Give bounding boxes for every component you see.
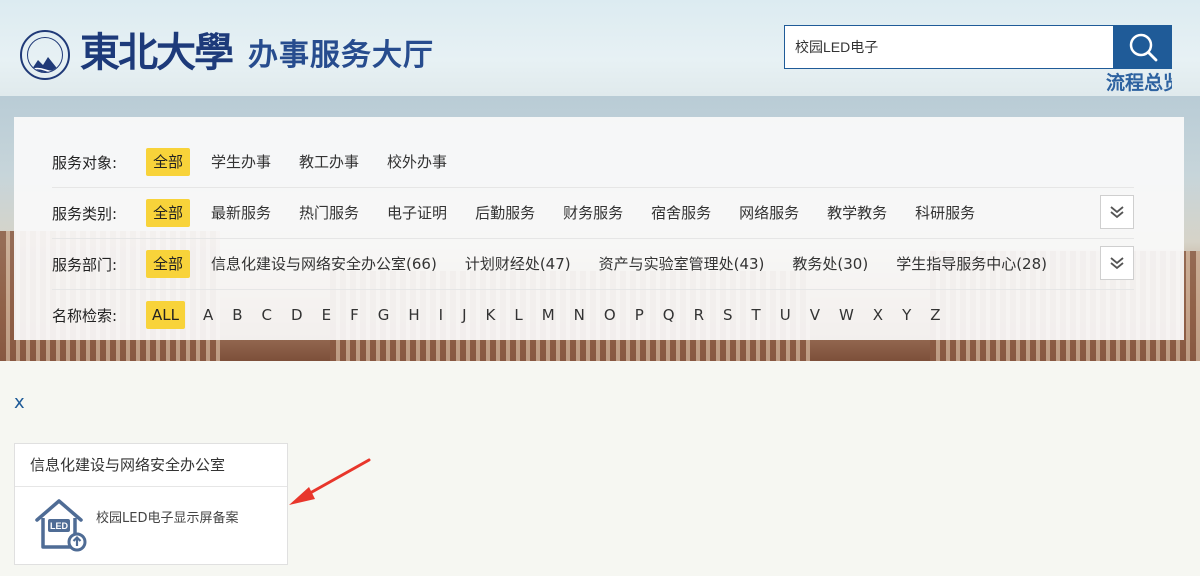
- letter-filter[interactable]: G: [372, 301, 396, 329]
- result-group-card: 信息化建设与网络安全办公室 LED 校园LED电子显示屏备案: [14, 443, 288, 565]
- letter-filter[interactable]: K: [480, 301, 502, 329]
- filter-option[interactable]: 教学教务: [820, 199, 894, 227]
- service-item[interactable]: LED 校园LED电子显示屏备案: [33, 496, 238, 554]
- flow-overview-link[interactable]: 流程总览: [1106, 70, 1172, 96]
- letter-filter[interactable]: P: [629, 301, 650, 329]
- filter-option[interactable]: 信息化建设与网络安全办公室(66): [204, 250, 444, 278]
- filter-option[interactable]: 校外办事: [380, 148, 454, 176]
- filter-option-all[interactable]: 全部: [146, 148, 191, 176]
- letter-filter[interactable]: Z: [924, 301, 946, 329]
- filter-option[interactable]: 宿舍服务: [644, 199, 718, 227]
- letter-filter[interactable]: F: [344, 301, 365, 329]
- page-title: 办事服务大厅: [248, 38, 434, 73]
- letter-filter[interactable]: C: [256, 301, 278, 329]
- letter-filter[interactable]: Q: [657, 301, 681, 329]
- letter-filter[interactable]: I: [433, 301, 449, 329]
- letter-filter[interactable]: U: [774, 301, 797, 329]
- double-chevron-down-icon: [1110, 257, 1124, 270]
- university-seal-icon[interactable]: [20, 30, 70, 80]
- letter-filter-all[interactable]: ALL: [146, 301, 185, 329]
- letter-filter[interactable]: B: [226, 301, 248, 329]
- search-input[interactable]: [784, 25, 1114, 69]
- expand-category-button[interactable]: [1100, 195, 1134, 229]
- filter-option[interactable]: 学生指导服务中心(28): [889, 250, 1054, 278]
- letter-filter[interactable]: R: [688, 301, 710, 329]
- filter-option-all[interactable]: 全部: [146, 250, 191, 278]
- filter-row-department: 服务部门: 全部 信息化建设与网络安全办公室(66) 计划财经处(47) 资产与…: [52, 239, 1134, 290]
- filter-option[interactable]: 资产与实验室管理处(43): [592, 250, 772, 278]
- filter-row-category: 服务类别: 全部 最新服务 热门服务 电子证明 后勤服务 财务服务 宿舍服务 网…: [52, 188, 1134, 239]
- filter-option[interactable]: 科研服务: [908, 199, 982, 227]
- led-house-icon: LED: [35, 499, 87, 552]
- letter-filter[interactable]: S: [717, 301, 739, 329]
- filter-option[interactable]: 热门服务: [292, 199, 366, 227]
- filter-option[interactable]: 计划财经处(47): [458, 250, 578, 278]
- filter-option[interactable]: 学生办事: [204, 148, 278, 176]
- letter-filter[interactable]: X: [867, 301, 889, 329]
- letter-filter[interactable]: N: [568, 301, 591, 329]
- filter-label: 服务类别:: [52, 204, 118, 223]
- filter-option-all[interactable]: 全部: [146, 199, 191, 227]
- letter-filter[interactable]: H: [402, 301, 425, 329]
- service-item-name: 校园LED电子显示屏备案: [96, 510, 239, 526]
- letter-filter[interactable]: Y: [896, 301, 917, 329]
- letter-filter[interactable]: W: [833, 301, 860, 329]
- double-chevron-down-icon: [1110, 206, 1124, 219]
- letter-filter[interactable]: A: [197, 301, 219, 329]
- search-icon: [1129, 33, 1157, 62]
- search-button[interactable]: [1113, 25, 1172, 69]
- expand-department-button[interactable]: [1100, 246, 1134, 280]
- filter-row-target: 服务对象: 全部 学生办事 教工办事 校外办事: [52, 137, 1134, 188]
- letter-filter[interactable]: E: [316, 301, 337, 329]
- filter-option[interactable]: 最新服务: [204, 199, 278, 227]
- filter-label: 名称检索:: [52, 306, 118, 325]
- university-logo-text[interactable]: 東北大學: [80, 28, 234, 78]
- annotation-arrow: [289, 458, 371, 505]
- letter-filter[interactable]: J: [456, 301, 472, 329]
- letter-filter[interactable]: T: [746, 301, 767, 329]
- letter-filter[interactable]: O: [598, 301, 622, 329]
- letter-filter[interactable]: M: [536, 301, 561, 329]
- filter-row-name-search: 名称检索: ALL A B C D E F G H I J K L M N O …: [52, 290, 1134, 340]
- filter-option[interactable]: 电子证明: [380, 199, 454, 227]
- filter-label: 服务部门:: [52, 255, 118, 274]
- led-icon-label: LED: [50, 521, 69, 531]
- filter-label: 服务对象:: [52, 153, 118, 172]
- clear-filter-link[interactable]: x: [14, 392, 25, 413]
- letter-filter[interactable]: L: [508, 301, 528, 329]
- letter-filter[interactable]: D: [285, 301, 309, 329]
- filter-option[interactable]: 财务服务: [556, 199, 630, 227]
- result-group-title: 信息化建设与网络安全办公室: [15, 444, 287, 487]
- filter-option[interactable]: 后勤服务: [468, 199, 542, 227]
- filter-panel: 服务对象: 全部 学生办事 教工办事 校外办事 服务类别: 全部 最新服务 热门…: [14, 117, 1184, 340]
- letter-filter[interactable]: V: [804, 301, 826, 329]
- filter-option[interactable]: 教工办事: [292, 148, 366, 176]
- filter-option[interactable]: 网络服务: [732, 199, 806, 227]
- filter-option[interactable]: 教务处(30): [785, 250, 875, 278]
